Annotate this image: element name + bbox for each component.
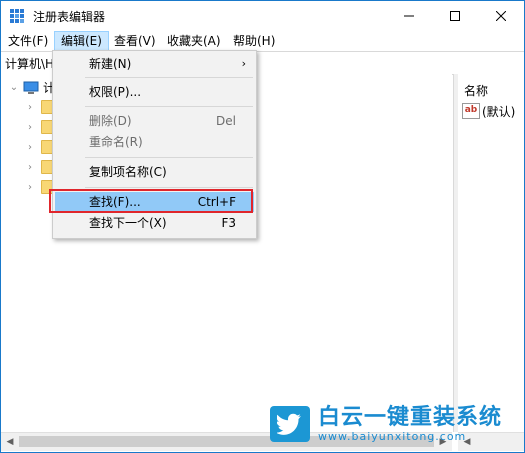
menu-edit[interactable]: 编辑(E) (54, 31, 109, 51)
list-item[interactable]: ab (默认) (462, 102, 515, 120)
watermark-url: www.baiyunxitong.com (318, 429, 467, 443)
scroll-left-icon[interactable]: ◀ (3, 436, 17, 448)
address-path: 计算机\H (5, 57, 55, 71)
minimize-icon (404, 15, 414, 17)
menu-separator (85, 106, 253, 107)
menu-item-copy-key-name[interactable]: 复制项名称(C) (55, 162, 254, 182)
maximize-icon (450, 11, 460, 21)
menu-file[interactable]: 文件(F) (2, 32, 54, 50)
chevron-right-icon[interactable]: › (25, 162, 35, 173)
close-icon (496, 11, 506, 21)
registry-editor-icon (10, 9, 24, 23)
menu-item-find-next[interactable]: 查找下一个(X) F3 (55, 213, 254, 233)
menu-bar: 文件(F) 编辑(E) 查看(V) 收藏夹(A) 帮助(H) (1, 31, 524, 51)
menu-separator (85, 77, 253, 78)
chevron-right-icon[interactable]: › (25, 182, 35, 193)
menu-separator (85, 157, 253, 158)
menu-separator (85, 187, 253, 188)
submenu-arrow-icon: › (241, 57, 246, 70)
chevron-right-icon[interactable]: › (25, 142, 35, 153)
menu-item-label: 查找下一个(X) (89, 216, 167, 230)
close-button[interactable] (478, 1, 524, 31)
menu-item-label: 删除(D) (89, 114, 132, 128)
window-title: 注册表编辑器 (33, 10, 106, 24)
menu-item-delete[interactable]: 删除(D) Del (55, 111, 254, 131)
menu-item-permissions[interactable]: 权限(P)... (55, 82, 254, 102)
menu-item-shortcut: Del (216, 114, 236, 128)
chevron-right-icon[interactable]: › (25, 102, 35, 113)
minimize-button[interactable] (386, 1, 432, 31)
values-pane: 名称 ab (默认) (458, 74, 524, 432)
annotation-highlight-box (49, 189, 253, 213)
maximize-button[interactable] (432, 1, 478, 31)
chevron-right-icon[interactable]: › (25, 122, 35, 133)
menu-item-label: 权限(P)... (89, 85, 142, 99)
column-header-name[interactable]: 名称 (464, 82, 488, 99)
string-value-icon: ab (462, 103, 480, 119)
computer-icon (23, 81, 39, 94)
bird-logo-icon (270, 406, 310, 442)
menu-view[interactable]: 查看(V) (108, 32, 162, 50)
menu-item-label: 复制项名称(C) (89, 165, 167, 179)
menu-help[interactable]: 帮助(H) (227, 32, 281, 50)
chevron-down-icon[interactable]: ⌄ (9, 82, 19, 93)
menu-favorites[interactable]: 收藏夹(A) (161, 32, 227, 50)
menu-item-label: 重命名(R) (89, 135, 143, 149)
menu-item-label: 新建(N) (89, 57, 132, 71)
watermark: 白云一键重装系统 www.baiyunxitong.com (270, 404, 502, 444)
menu-item-rename[interactable]: 重命名(R) (55, 132, 254, 152)
value-name: (默认) (482, 104, 516, 119)
watermark-title: 白云一键重装系统 (318, 404, 503, 430)
menu-item-shortcut: F3 (221, 216, 236, 230)
title-bar: 注册表编辑器 (1, 1, 524, 31)
menu-item-new[interactable]: 新建(N) › (55, 54, 254, 74)
tree-root[interactable]: ⌄ 计 (9, 79, 55, 96)
